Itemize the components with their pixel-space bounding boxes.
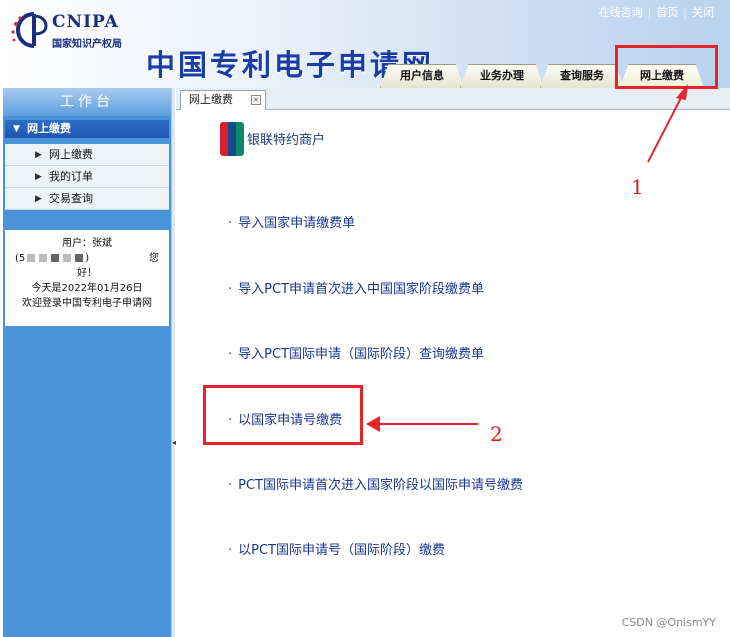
- top-link-home[interactable]: 首页: [656, 6, 678, 19]
- tab-user-info[interactable]: 用户信息: [380, 64, 464, 88]
- annotation-box-2: [203, 385, 363, 445]
- main-panel: 网上缴费 × 银联特约商户 · 导入国家申请缴费单 · 导入PCT申请首次进入中国国…: [176, 88, 730, 637]
- link-import-pct-entry-fee[interactable]: · 导入PCT申请首次进入中国国家阶段缴费单: [228, 278, 484, 297]
- bullet-icon: ·: [228, 543, 233, 558]
- sidebar-group-label: 网上缴费: [27, 122, 71, 135]
- user-name: 用户：张斌: [62, 238, 112, 249]
- link-label: 导入国家申请缴费单: [238, 216, 356, 231]
- unionpay-merchant-badge: 银联特约商户: [220, 120, 325, 158]
- user-id-masked: (5): [15, 253, 90, 264]
- welcome-text: 欢迎登录中国专利电子申请网: [22, 298, 152, 309]
- sidebar-item-online-payment[interactable]: ▶ 网上缴费: [5, 144, 169, 166]
- annotation-box-1: [615, 45, 718, 89]
- unionpay-text: 银联特约商户: [247, 133, 326, 148]
- annotation-label-2: 2: [490, 422, 503, 446]
- sidebar-item-label: 交易查询: [49, 192, 93, 205]
- triangle-right-icon: ▶: [35, 172, 42, 182]
- link-label: PCT国际申请首次进入国家阶段以国际申请号缴费: [238, 478, 523, 493]
- bullet-icon: ·: [228, 478, 233, 493]
- sidebar-item-my-orders[interactable]: ▶ 我的订单: [5, 166, 169, 188]
- link-pct-entry-pay-by-intl-number[interactable]: · PCT国际申请首次进入国家阶段以国际申请号缴费: [228, 474, 523, 493]
- unionpay-icon: [220, 122, 244, 156]
- redaction-block: [39, 254, 48, 262]
- sidebar-item-label: 我的订单: [49, 170, 93, 183]
- close-icon[interactable]: ×: [251, 95, 261, 105]
- cnipa-logo[interactable]: CNIPA 国家知识产权局: [6, 10, 146, 50]
- watermark: CSDN @OnismYY: [621, 616, 716, 629]
- logo-text-cn: 国家知识产权局: [52, 39, 122, 50]
- user-info-box: 用户：张斌 (5) 您 好！ 今天是2022年01月26日 欢迎登录中国专利电子…: [5, 230, 169, 326]
- annotation-label-1: 1: [631, 175, 644, 199]
- link-label: 以PCT国际申请号（国际阶段）缴费: [238, 543, 445, 558]
- triangle-right-icon: ▶: [35, 150, 42, 160]
- greeting-part-a: 您: [149, 253, 159, 264]
- greeting-part-b: 好！: [77, 268, 97, 279]
- redaction-block: [75, 254, 84, 262]
- tab-business[interactable]: 业务办理: [460, 64, 544, 88]
- top-links: 在线咨询 | 首页 | 关闭: [599, 4, 714, 20]
- redaction-block: [27, 254, 36, 262]
- link-label: 导入PCT申请首次进入中国国家阶段缴费单: [238, 282, 484, 297]
- sidebar-item-transaction-query[interactable]: ▶ 交易查询: [5, 188, 169, 210]
- sidebar-group-online-payment[interactable]: ▼ 网上缴费: [5, 120, 169, 138]
- content-tabbar: 网上缴费 ×: [176, 88, 730, 110]
- sidebar-menu: ▶ 网上缴费 ▶ 我的订单 ▶ 交易查询: [5, 144, 169, 210]
- top-link-consult[interactable]: 在线咨询: [599, 6, 643, 19]
- sidebar-item-label: 网上缴费: [49, 148, 93, 161]
- sidebar: 工作台 ▼ 网上缴费 ▶ 网上缴费 ▶ 我的订单 ▶ 交易查询 用户：张斌 (5…: [3, 88, 171, 637]
- link-import-pct-intl-query-fee[interactable]: · 导入PCT国际申请（国际阶段）查询缴费单: [228, 343, 484, 362]
- sidebar-splitter[interactable]: ◀: [171, 88, 178, 637]
- content-tab-label: 网上缴费: [189, 93, 233, 106]
- redaction-block: [51, 254, 60, 262]
- top-link-close[interactable]: 关闭: [692, 6, 714, 19]
- content-tab-online-payment[interactable]: 网上缴费 ×: [180, 90, 266, 110]
- redaction-block: [63, 254, 72, 262]
- triangle-down-icon: ▼: [13, 124, 20, 134]
- link-pay-by-pct-intl-number[interactable]: · 以PCT国际申请号（国际阶段）缴费: [228, 539, 445, 558]
- link-import-national-fee[interactable]: · 导入国家申请缴费单: [228, 212, 355, 231]
- cnipa-logo-icon: [11, 12, 48, 48]
- tab-query-service[interactable]: 查询服务: [540, 64, 624, 88]
- bullet-icon: ·: [228, 216, 233, 231]
- today-date: 今天是2022年01月26日: [31, 283, 143, 294]
- bullet-icon: ·: [228, 347, 233, 362]
- logo-text-en: CNIPA: [52, 12, 119, 32]
- separator: |: [647, 6, 652, 19]
- user-id-prefix: (5: [15, 253, 26, 264]
- sidebar-heading: 工作台: [3, 88, 171, 116]
- bullet-icon: ·: [228, 282, 233, 297]
- user-id-row: (5) 您: [5, 251, 169, 266]
- separator: |: [683, 6, 687, 19]
- link-label: 导入PCT国际申请（国际阶段）查询缴费单: [238, 347, 484, 362]
- triangle-right-icon: ▶: [35, 194, 42, 204]
